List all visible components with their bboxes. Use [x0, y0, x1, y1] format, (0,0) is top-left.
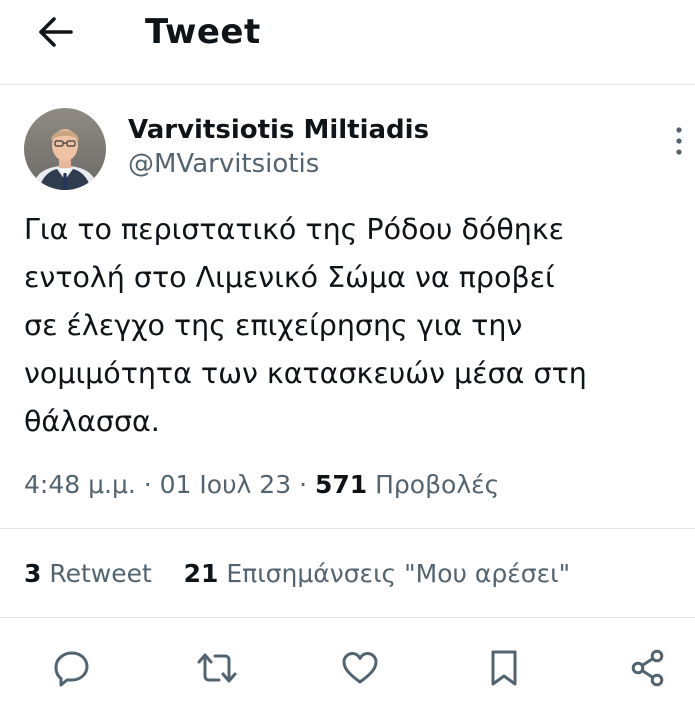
like-button[interactable] [338, 646, 382, 690]
engagement-stats: 3 Retweet 21 Επισημάνσεις "Μου αρέσει" [24, 556, 570, 592]
tweet-text: Για το περιστατικό της Ρόδου δόθηκε εντο… [24, 213, 587, 438]
author-name[interactable]: Varvitsiotis Miltiadis [128, 113, 429, 147]
avatar[interactable] [24, 108, 106, 190]
reply-icon [54, 651, 89, 687]
back-button[interactable] [30, 8, 82, 56]
meta-separator: · [143, 470, 152, 499]
more-options-button[interactable] [667, 124, 691, 158]
heart-icon [342, 652, 378, 684]
retweets-count: 3 [24, 559, 42, 588]
action-bar [0, 640, 695, 696]
tweet-time[interactable]: 4:48 μ.μ. [24, 470, 136, 499]
bookmark-button[interactable] [482, 646, 526, 690]
views-label: Προβολές [375, 470, 500, 499]
avatar-photo [24, 108, 106, 190]
stats-divider [0, 617, 695, 618]
likes-label: Επισημάνσεις "Μου αρέσει" [226, 559, 571, 588]
tweet-date[interactable]: 01 Ιουλ 23 [160, 470, 291, 499]
retweet-button[interactable] [195, 646, 239, 690]
bookmark-icon [491, 650, 517, 686]
reply-button[interactable] [50, 646, 94, 690]
top-bar: Tweet [0, 0, 695, 84]
retweets-label: Retweet [49, 559, 152, 588]
more-vertical-icon [676, 127, 682, 155]
share-icon [631, 649, 664, 687]
views-count: 571 [314, 470, 368, 499]
likes-stat[interactable]: 21 Επισημάνσεις "Μου αρέσει" [184, 559, 571, 588]
meta-divider [0, 528, 695, 529]
likes-count: 21 [183, 559, 219, 588]
header-divider [0, 84, 695, 85]
tweet-meta: 4:48 μ.μ. · 01 Ιουλ 23 · 571 Προβολές [24, 467, 499, 503]
arrow-left-icon [39, 17, 73, 47]
meta-separator: · [299, 470, 308, 499]
share-button[interactable] [626, 646, 670, 690]
page-title: Tweet [145, 12, 261, 52]
author-handle[interactable]: @MVarvitsiotis [128, 147, 319, 181]
tweet-detail-page: Tweet Varvitsiotis Miltiadis @MVarvitsio [0, 0, 695, 719]
retweets-stat[interactable]: 3 Retweet [24, 559, 152, 588]
retweet-icon [197, 653, 237, 683]
